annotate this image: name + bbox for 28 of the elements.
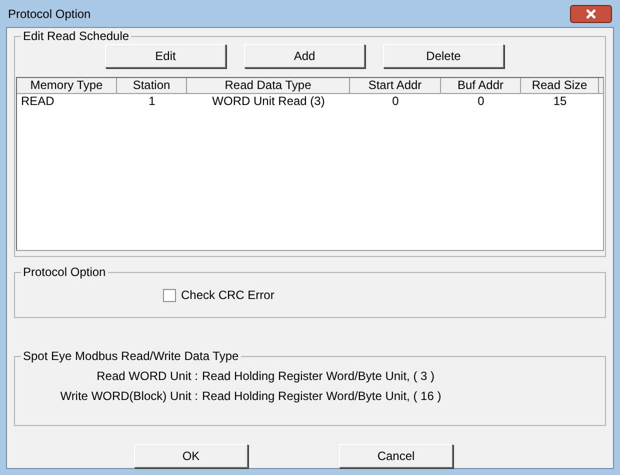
table-cell-text: 1 xyxy=(148,94,156,109)
toolbar-button[interactable]: Delete xyxy=(383,44,504,68)
column-header[interactable]: Buf Addr xyxy=(441,78,521,94)
table-cell-text: 0 xyxy=(391,94,400,109)
table-cell-text: 0 xyxy=(476,94,486,109)
group-title: Protocol Option xyxy=(21,264,108,280)
dialog-button[interactable]: Cancel xyxy=(339,444,453,468)
checkbox[interactable] xyxy=(163,288,176,302)
dialog-button[interactable]: OK xyxy=(134,444,248,468)
column-header[interactable]: Start Addr xyxy=(350,78,441,94)
close-button[interactable] xyxy=(570,4,612,22)
column-header[interactable]: Memory Type xyxy=(17,78,117,94)
data-type-label: Write WORD(Block) Unit : xyxy=(59,389,198,404)
toolbar-button[interactable]: Add xyxy=(244,44,365,68)
data-type-label: Read WORD Unit : xyxy=(96,369,198,384)
toolbar-button[interactable]: Edit xyxy=(105,44,226,68)
window-title: Protocol Option xyxy=(8,6,91,22)
checkbox-label: Check CRC Error xyxy=(181,287,274,304)
group-title: Spot Eye Modbus Read/Write Data Type xyxy=(21,348,241,364)
column-header[interactable]: Station xyxy=(117,78,187,94)
column-header[interactable]: Read Data Type xyxy=(187,78,350,94)
table-cell-text: READ xyxy=(20,94,56,109)
column-header[interactable]: Read Size xyxy=(521,78,599,94)
data-type-value: Read Holding Register Word/Byte Unit, ( 3 ) xyxy=(202,369,436,384)
table-cell-text: WORD Unit Read (3) xyxy=(211,94,326,109)
close-icon xyxy=(585,8,597,18)
data-type-value: Read Holding Register Word/Byte Unit, ( 16 ) xyxy=(202,389,442,404)
table-cell-text: 15 xyxy=(552,94,568,109)
